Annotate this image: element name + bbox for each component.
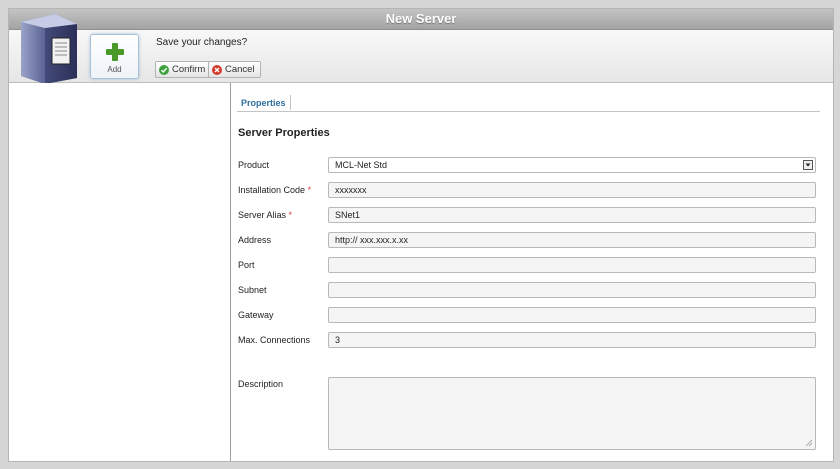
check-circle-icon <box>159 64 169 75</box>
toolbar: Add Save your changes? Confirm Cancel <box>9 14 833 84</box>
server-alias-input[interactable] <box>328 207 816 223</box>
add-button[interactable]: Add <box>90 34 139 79</box>
left-pane <box>9 83 231 461</box>
installation-code-input[interactable] <box>328 182 816 198</box>
tab-properties[interactable]: Properties <box>237 95 291 110</box>
subnet-input[interactable] <box>328 282 816 298</box>
gateway-input[interactable] <box>328 307 816 323</box>
description-textarea[interactable] <box>328 377 816 450</box>
save-prompt: Save your changes? <box>156 37 248 48</box>
gateway-label: Gateway <box>238 310 274 320</box>
required-marker: * <box>288 210 293 220</box>
subnet-label: Subnet <box>238 285 267 295</box>
port-input[interactable] <box>328 257 816 273</box>
product-select-value: MCL-Net Std <box>335 160 388 170</box>
window-title: New Server <box>9 9 833 30</box>
installation-code-label: Installation Code * <box>238 185 312 195</box>
max-connections-input[interactable] <box>328 332 816 348</box>
confirm-button-label: Confirm <box>172 64 206 75</box>
new-server-window: New Server Add Save your changes? Confir… <box>8 8 834 462</box>
add-button-label: Add <box>107 65 122 74</box>
description-label: Description <box>238 379 284 389</box>
tab-bar: Properties <box>237 95 820 112</box>
confirm-button[interactable]: Confirm <box>155 61 212 78</box>
cancel-button[interactable]: Cancel <box>208 61 261 78</box>
section-title: Server Properties <box>238 127 330 139</box>
cancel-button-label: Cancel <box>225 64 255 75</box>
required-marker: * <box>307 185 312 195</box>
port-label: Port <box>238 260 255 270</box>
product-select[interactable]: MCL-Net Std <box>328 157 816 173</box>
server-alias-label: Server Alias * <box>238 210 293 220</box>
dropdown-arrow-icon[interactable] <box>803 160 813 170</box>
address-input[interactable] <box>328 232 816 248</box>
max-connections-label: Max. Connections <box>238 335 311 345</box>
product-label: Product <box>238 160 270 170</box>
plus-icon <box>105 43 124 61</box>
address-label: Address <box>238 235 272 245</box>
resize-grip-icon[interactable] <box>805 439 813 447</box>
server-icon <box>21 14 77 84</box>
properties-pane: Properties Server Properties Product MCL… <box>231 83 833 461</box>
x-circle-icon <box>212 64 222 75</box>
